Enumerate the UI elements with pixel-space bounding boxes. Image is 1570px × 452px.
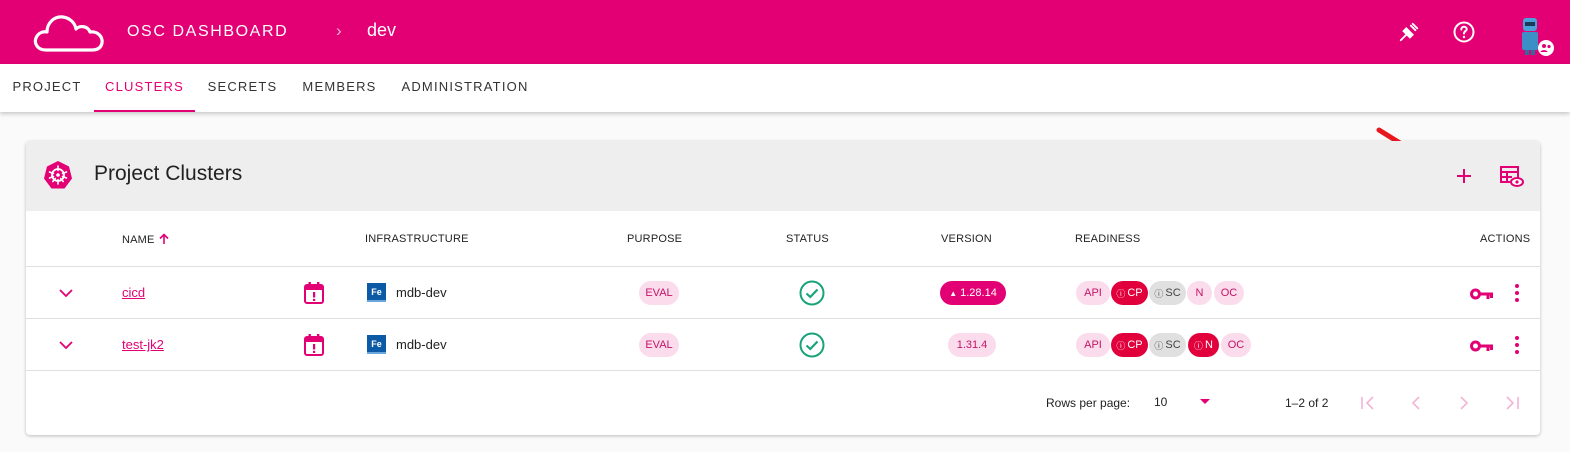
sort-ascending-icon[interactable] bbox=[158, 233, 170, 245]
check-circle-icon bbox=[799, 280, 825, 306]
column-header-purpose[interactable]: PURPOSE bbox=[627, 233, 682, 245]
upgrade-arrow-icon: ▲ bbox=[949, 288, 958, 298]
column-header-name[interactable]: NAME bbox=[122, 233, 170, 246]
table-view-icon[interactable] bbox=[1498, 163, 1526, 191]
readiness-chip-oc[interactable]: OC bbox=[1214, 281, 1244, 305]
help-icon[interactable] bbox=[1451, 19, 1477, 45]
version-label: 1.28.14 bbox=[960, 287, 997, 299]
tab-clusters[interactable]: CLUSTERS bbox=[94, 64, 195, 112]
previous-page-icon[interactable] bbox=[1407, 394, 1425, 412]
cloud-logo-icon[interactable] bbox=[32, 12, 106, 54]
last-page-icon[interactable] bbox=[1503, 394, 1521, 412]
infrastructure-name: mdb-dev bbox=[396, 285, 447, 300]
infrastructure-name: mdb-dev bbox=[396, 337, 447, 352]
more-vert-icon[interactable] bbox=[1511, 334, 1523, 356]
readiness-chip-sc[interactable]: ⓘ SC bbox=[1149, 281, 1186, 305]
column-header-version[interactable]: VERSION bbox=[941, 233, 992, 245]
pagination-range: 1–2 of 2 bbox=[1285, 396, 1329, 410]
purpose-chip: EVAL bbox=[639, 333, 679, 357]
readiness-chip-label: CP bbox=[1127, 287, 1143, 299]
alert-circle-icon: ⓘ bbox=[1194, 340, 1204, 351]
card-header: Project Clusters bbox=[26, 141, 1540, 211]
divider bbox=[26, 370, 1540, 371]
rows-per-page-value: 10 bbox=[1154, 395, 1168, 409]
next-page-icon[interactable] bbox=[1455, 394, 1473, 412]
readiness-chip-oc[interactable]: OC bbox=[1221, 333, 1251, 357]
column-label-name: NAME bbox=[122, 234, 155, 246]
plug-icon[interactable] bbox=[1396, 19, 1422, 45]
key-icon[interactable] bbox=[1470, 339, 1494, 353]
rows-per-page-select[interactable]: 10 bbox=[1152, 389, 1220, 415]
more-vert-icon[interactable] bbox=[1511, 282, 1523, 304]
alert-circle-icon: ⓘ bbox=[1116, 340, 1126, 351]
tab-members[interactable]: MEMBERS bbox=[290, 64, 389, 112]
breadcrumb-project[interactable]: dev bbox=[367, 20, 396, 41]
table-row[interactable]: test-jk2 Fe mdb-dev EVAL 1.31.4 API ⓘ CP … bbox=[26, 319, 1540, 371]
column-header-readiness[interactable]: READINESS bbox=[1075, 233, 1140, 245]
version-chip[interactable]: 1.31.4 bbox=[948, 333, 996, 357]
infrastructure-badge: Fe bbox=[367, 335, 386, 354]
calendar-alert-icon[interactable] bbox=[303, 281, 325, 305]
infrastructure-badge: Fe bbox=[367, 283, 386, 302]
help-circle-icon: ⓘ bbox=[1154, 288, 1164, 299]
readiness-chip-sc[interactable]: ⓘ SC bbox=[1149, 333, 1186, 357]
breadcrumb-separator: › bbox=[336, 21, 342, 40]
chevron-down-icon[interactable] bbox=[56, 335, 76, 355]
add-cluster-button[interactable] bbox=[1450, 162, 1478, 190]
readiness-chip-cp[interactable]: ⓘ CP bbox=[1111, 281, 1148, 305]
tab-project[interactable]: PROJECT bbox=[0, 64, 94, 112]
column-header-status[interactable]: STATUS bbox=[786, 233, 829, 245]
tab-secrets[interactable]: SECRETS bbox=[195, 64, 290, 112]
readiness-chip-n[interactable]: ⓘ N bbox=[1188, 333, 1219, 357]
top-app-bar: OSC DASHBOARD › dev bbox=[0, 0, 1570, 64]
app-title[interactable]: OSC DASHBOARD bbox=[127, 23, 288, 41]
readiness-chip-label: SC bbox=[1165, 339, 1181, 351]
check-circle-icon bbox=[799, 332, 825, 358]
column-header-actions: ACTIONS bbox=[1480, 233, 1531, 245]
add-icon bbox=[1457, 169, 1471, 183]
avatar[interactable] bbox=[1516, 14, 1556, 58]
readiness-chip-label: CP bbox=[1127, 339, 1143, 351]
readiness-chip-n[interactable]: N bbox=[1187, 281, 1212, 305]
chevron-down-icon[interactable] bbox=[56, 283, 76, 303]
rows-per-page-label: Rows per page: bbox=[1046, 396, 1131, 410]
cluster-name-link[interactable]: test-jk2 bbox=[122, 337, 164, 352]
project-clusters-card: Project Clusters NAME INFRASTRUCTURE PUR… bbox=[26, 141, 1540, 435]
purpose-chip: EVAL bbox=[639, 281, 679, 305]
version-chip[interactable]: ▲ 1.28.14 bbox=[940, 281, 1006, 305]
readiness-chip-api[interactable]: API bbox=[1076, 281, 1110, 305]
help-circle-icon: ⓘ bbox=[1154, 340, 1164, 351]
readiness-chip-cp[interactable]: ⓘ CP bbox=[1111, 333, 1148, 357]
key-icon[interactable] bbox=[1470, 287, 1494, 301]
readiness-chip-label: SC bbox=[1165, 287, 1181, 299]
readiness-chip-api[interactable]: API bbox=[1076, 333, 1110, 357]
tab-administration[interactable]: ADMINISTRATION bbox=[389, 64, 541, 112]
readiness-chip-label: N bbox=[1205, 339, 1213, 351]
dropdown-arrow-icon bbox=[1200, 399, 1210, 404]
alert-circle-icon: ⓘ bbox=[1116, 288, 1126, 299]
cluster-name-link[interactable]: cicd bbox=[122, 285, 145, 300]
main-tab-bar: PROJECT CLUSTERS SECRETS MEMBERS ADMINIS… bbox=[0, 64, 1570, 112]
kubernetes-icon bbox=[44, 161, 72, 189]
calendar-alert-icon[interactable] bbox=[303, 333, 325, 357]
first-page-icon[interactable] bbox=[1359, 394, 1377, 412]
card-title: Project Clusters bbox=[94, 162, 243, 185]
table-row[interactable]: cicd Fe mdb-dev EVAL ▲ 1.28.14 API ⓘ CP ⓘ S… bbox=[26, 267, 1540, 319]
column-header-infrastructure[interactable]: INFRASTRUCTURE bbox=[365, 233, 469, 245]
